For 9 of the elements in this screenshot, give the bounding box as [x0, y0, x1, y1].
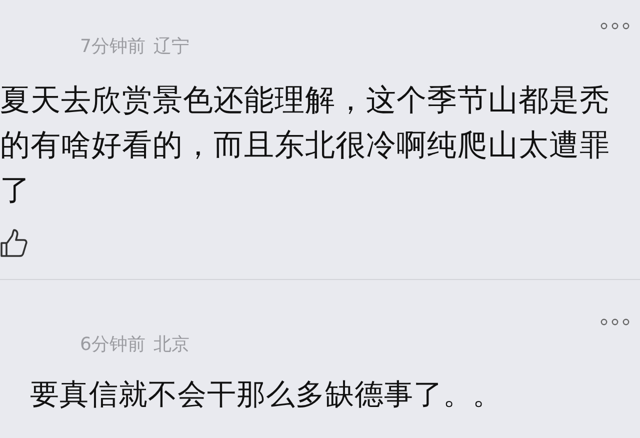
comment-text: 要真信就不会干那么多缺德事了。。 [29, 376, 503, 412]
comment-time: 6分钟前 [80, 334, 146, 356]
comment-text: 夏天去欣赏景色还能理解，这个季节山都是秃的有啥好看的，而且东北很冷啊纯爬山太遭罪了 [0, 82, 611, 210]
comment-location: 北京 [153, 334, 190, 356]
more-icon[interactable] [600, 318, 630, 326]
comment-location: 辽宁 [153, 36, 190, 58]
thumbs-up-icon[interactable] [0, 229, 28, 259]
more-icon[interactable] [600, 22, 630, 30]
comment-time: 7分钟前 [80, 36, 146, 58]
